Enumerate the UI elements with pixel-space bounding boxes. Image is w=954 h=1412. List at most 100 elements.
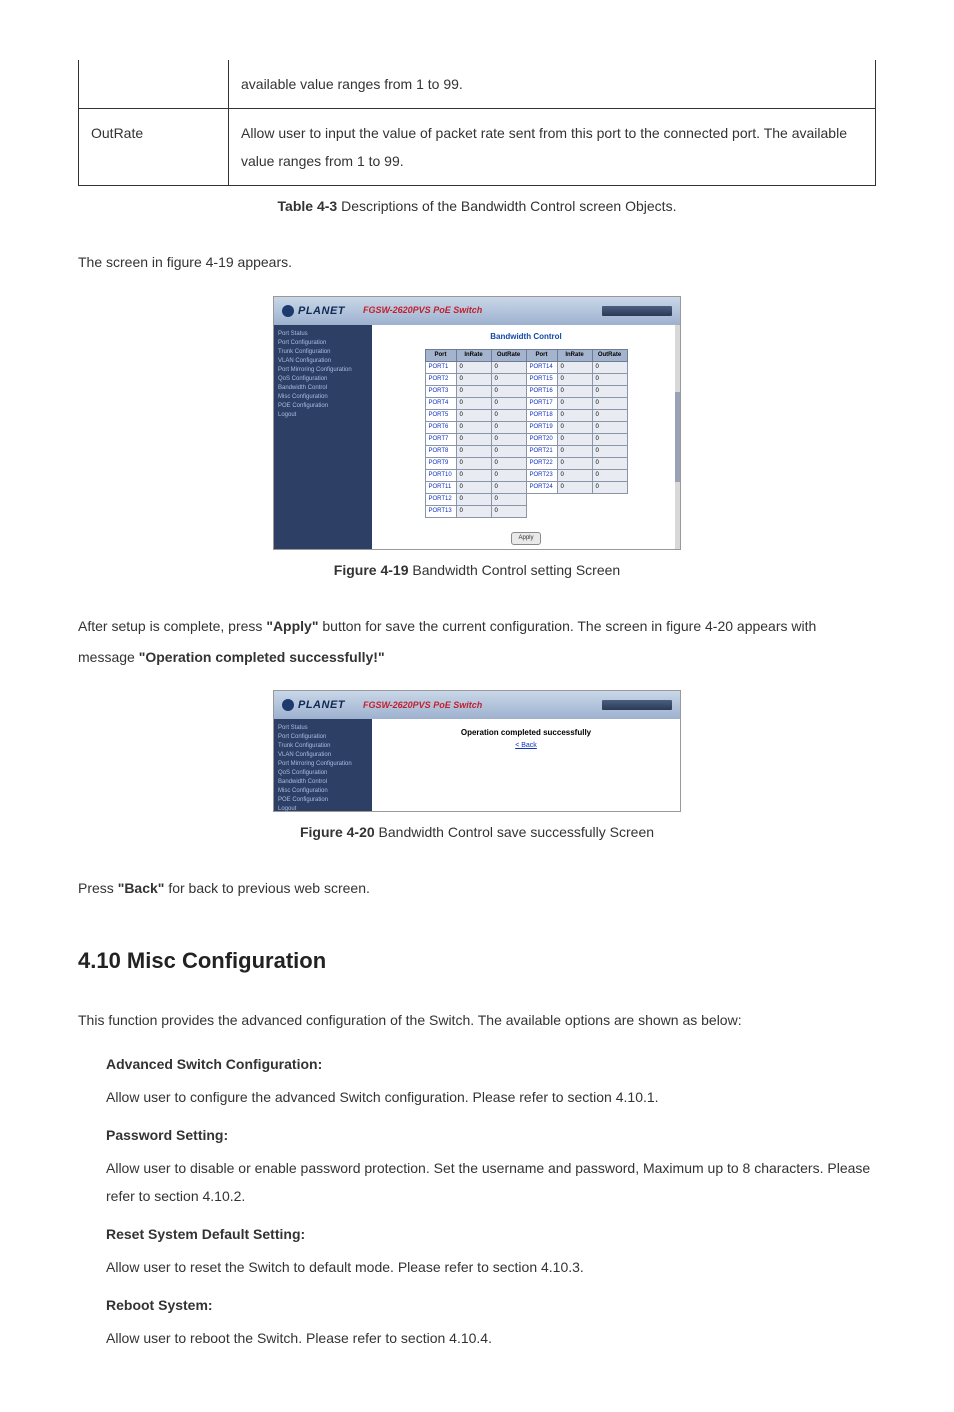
model-text: FGSW-2620PVS PoE Switch xyxy=(363,699,482,713)
sidebar-item[interactable]: Bandwidth Control xyxy=(278,384,368,393)
rate-input-cell[interactable]: 0 xyxy=(491,493,526,505)
rate-input-cell[interactable]: 0 xyxy=(557,397,592,409)
sidebar-item[interactable]: Logout xyxy=(278,805,368,814)
rate-input-cell[interactable]: 0 xyxy=(456,505,491,517)
rate-input-cell[interactable]: 0 xyxy=(592,445,627,457)
rate-input-cell[interactable]: 0 xyxy=(456,433,491,445)
rate-input-cell[interactable]: 0 xyxy=(592,481,627,493)
sidebar-item[interactable]: Port Status xyxy=(278,724,368,733)
rate-input-cell[interactable]: 0 xyxy=(491,361,526,373)
sidebar-item[interactable]: POE Configuration xyxy=(278,796,368,805)
rate-input-cell[interactable]: 0 xyxy=(491,397,526,409)
rate-input-cell[interactable]: 0 xyxy=(557,445,592,457)
rate-input-cell[interactable]: 0 xyxy=(557,469,592,481)
rate-input-cell[interactable]: 0 xyxy=(557,409,592,421)
rate-input-cell[interactable]: 0 xyxy=(456,361,491,373)
port-cell: PORT18 xyxy=(526,409,557,421)
column-header: Port xyxy=(425,349,456,361)
sidebar-item[interactable]: Port Mirroring Configuration xyxy=(278,366,368,375)
caption-bold: Figure 4-19 xyxy=(334,562,409,578)
sidebar-item[interactable]: Trunk Configuration xyxy=(278,348,368,357)
rate-input-cell[interactable]: 0 xyxy=(491,469,526,481)
apply-row: Apply xyxy=(378,524,674,545)
bandwidth-control-table: PortInRateOutRatePortInRateOutRate PORT1… xyxy=(425,349,628,518)
rate-input-cell[interactable]: 0 xyxy=(456,421,491,433)
rate-input-cell[interactable]: 0 xyxy=(491,373,526,385)
rate-input-cell[interactable]: 0 xyxy=(592,409,627,421)
sidebar-item[interactable]: Port Mirroring Configuration xyxy=(278,760,368,769)
rate-input-cell[interactable]: 0 xyxy=(491,481,526,493)
port-cell: PORT1 xyxy=(425,361,456,373)
rate-input-cell[interactable]: 0 xyxy=(557,457,592,469)
rate-input-cell[interactable]: 0 xyxy=(456,385,491,397)
sidebar-item[interactable]: Logout xyxy=(278,411,368,420)
success-message: Operation completed successfully xyxy=(378,727,674,739)
rate-input-cell[interactable]: 0 xyxy=(557,361,592,373)
vertical-scrollbar[interactable] xyxy=(675,325,680,549)
rate-input-cell[interactable]: 0 xyxy=(557,385,592,397)
back-link[interactable]: < Back xyxy=(378,741,674,752)
sidebar-item[interactable]: Misc Configuration xyxy=(278,787,368,796)
device-image-icon xyxy=(602,306,672,316)
rate-input-cell[interactable]: 0 xyxy=(592,421,627,433)
rate-input-cell[interactable]: 0 xyxy=(456,481,491,493)
table-row: PORT800PORT2100 xyxy=(425,445,627,457)
rate-input-cell[interactable]: 0 xyxy=(491,445,526,457)
port-cell: PORT22 xyxy=(526,457,557,469)
sidebar-item[interactable]: Misc Configuration xyxy=(278,393,368,402)
rate-input-cell[interactable]: 0 xyxy=(592,433,627,445)
sidebar-item[interactable]: QoS Configuration xyxy=(278,375,368,384)
rate-input-cell[interactable]: 0 xyxy=(491,409,526,421)
column-header: Port xyxy=(526,349,557,361)
sidebar: Port StatusPort ConfigurationTrunk Confi… xyxy=(274,325,372,549)
device-header: PLANET FGSW-2620PVS PoE Switch xyxy=(274,297,680,325)
caption-text: Descriptions of the Bandwidth Control sc… xyxy=(337,198,676,214)
sidebar-item[interactable]: Port Configuration xyxy=(278,733,368,742)
rate-input-cell[interactable]: 0 xyxy=(557,481,592,493)
sidebar-item[interactable]: VLAN Configuration xyxy=(278,357,368,366)
misc-item-label: Advanced Switch Configuration: xyxy=(106,1054,876,1075)
rate-input-cell[interactable]: 0 xyxy=(592,469,627,481)
rate-input-cell[interactable]: 0 xyxy=(456,493,491,505)
rate-input-cell[interactable]: 0 xyxy=(592,385,627,397)
rate-input-cell[interactable]: 0 xyxy=(456,469,491,481)
rate-input-cell[interactable]: 0 xyxy=(592,361,627,373)
rate-input-cell[interactable]: 0 xyxy=(592,373,627,385)
sidebar-item[interactable]: POE Configuration xyxy=(278,402,368,411)
rate-input-cell[interactable]: 0 xyxy=(557,373,592,385)
port-cell: PORT14 xyxy=(526,361,557,373)
misc-item-description: Allow user to disable or enable password… xyxy=(106,1154,876,1210)
port-cell xyxy=(526,493,557,505)
sidebar-item[interactable]: Trunk Configuration xyxy=(278,742,368,751)
text: for back to previous web screen. xyxy=(164,880,369,896)
brand: PLANET FGSW-2620PVS PoE Switch xyxy=(282,697,482,714)
sidebar-item[interactable]: QoS Configuration xyxy=(278,769,368,778)
rate-input-cell[interactable]: 0 xyxy=(491,385,526,397)
rate-input-cell[interactable]: 0 xyxy=(456,409,491,421)
sidebar-item[interactable]: Bandwidth Control xyxy=(278,778,368,787)
caption-bold: Figure 4-20 xyxy=(300,824,375,840)
rate-input-cell[interactable]: 0 xyxy=(456,397,491,409)
apply-button[interactable]: Apply xyxy=(511,532,540,545)
rate-input-cell[interactable]: 0 xyxy=(491,505,526,517)
sidebar-item[interactable]: Port Configuration xyxy=(278,339,368,348)
scrollbar-thumb[interactable] xyxy=(675,392,680,482)
rate-input-cell[interactable]: 0 xyxy=(491,457,526,469)
rate-input-cell[interactable]: 0 xyxy=(592,397,627,409)
rate-input-cell[interactable]: 0 xyxy=(557,421,592,433)
port-cell: PORT19 xyxy=(526,421,557,433)
rate-input-cell[interactable]: 0 xyxy=(592,457,627,469)
figure-4-19-caption: Figure 4-19 Bandwidth Control setting Sc… xyxy=(78,560,876,581)
rate-input-cell[interactable]: 0 xyxy=(491,433,526,445)
caption-text: Bandwidth Control save successfully Scre… xyxy=(375,824,654,840)
sidebar-item[interactable]: VLAN Configuration xyxy=(278,751,368,760)
caption-bold: Table 4-3 xyxy=(278,198,338,214)
table-row: PORT100PORT1400 xyxy=(425,361,627,373)
rate-input-cell[interactable]: 0 xyxy=(456,373,491,385)
rate-input-cell[interactable]: 0 xyxy=(456,457,491,469)
rate-input-cell[interactable]: 0 xyxy=(557,433,592,445)
rate-input-cell[interactable]: 0 xyxy=(456,445,491,457)
success-bold: "Operation completed successfully!" xyxy=(139,649,385,665)
sidebar-item[interactable]: Port Status xyxy=(278,330,368,339)
rate-input-cell[interactable]: 0 xyxy=(491,421,526,433)
